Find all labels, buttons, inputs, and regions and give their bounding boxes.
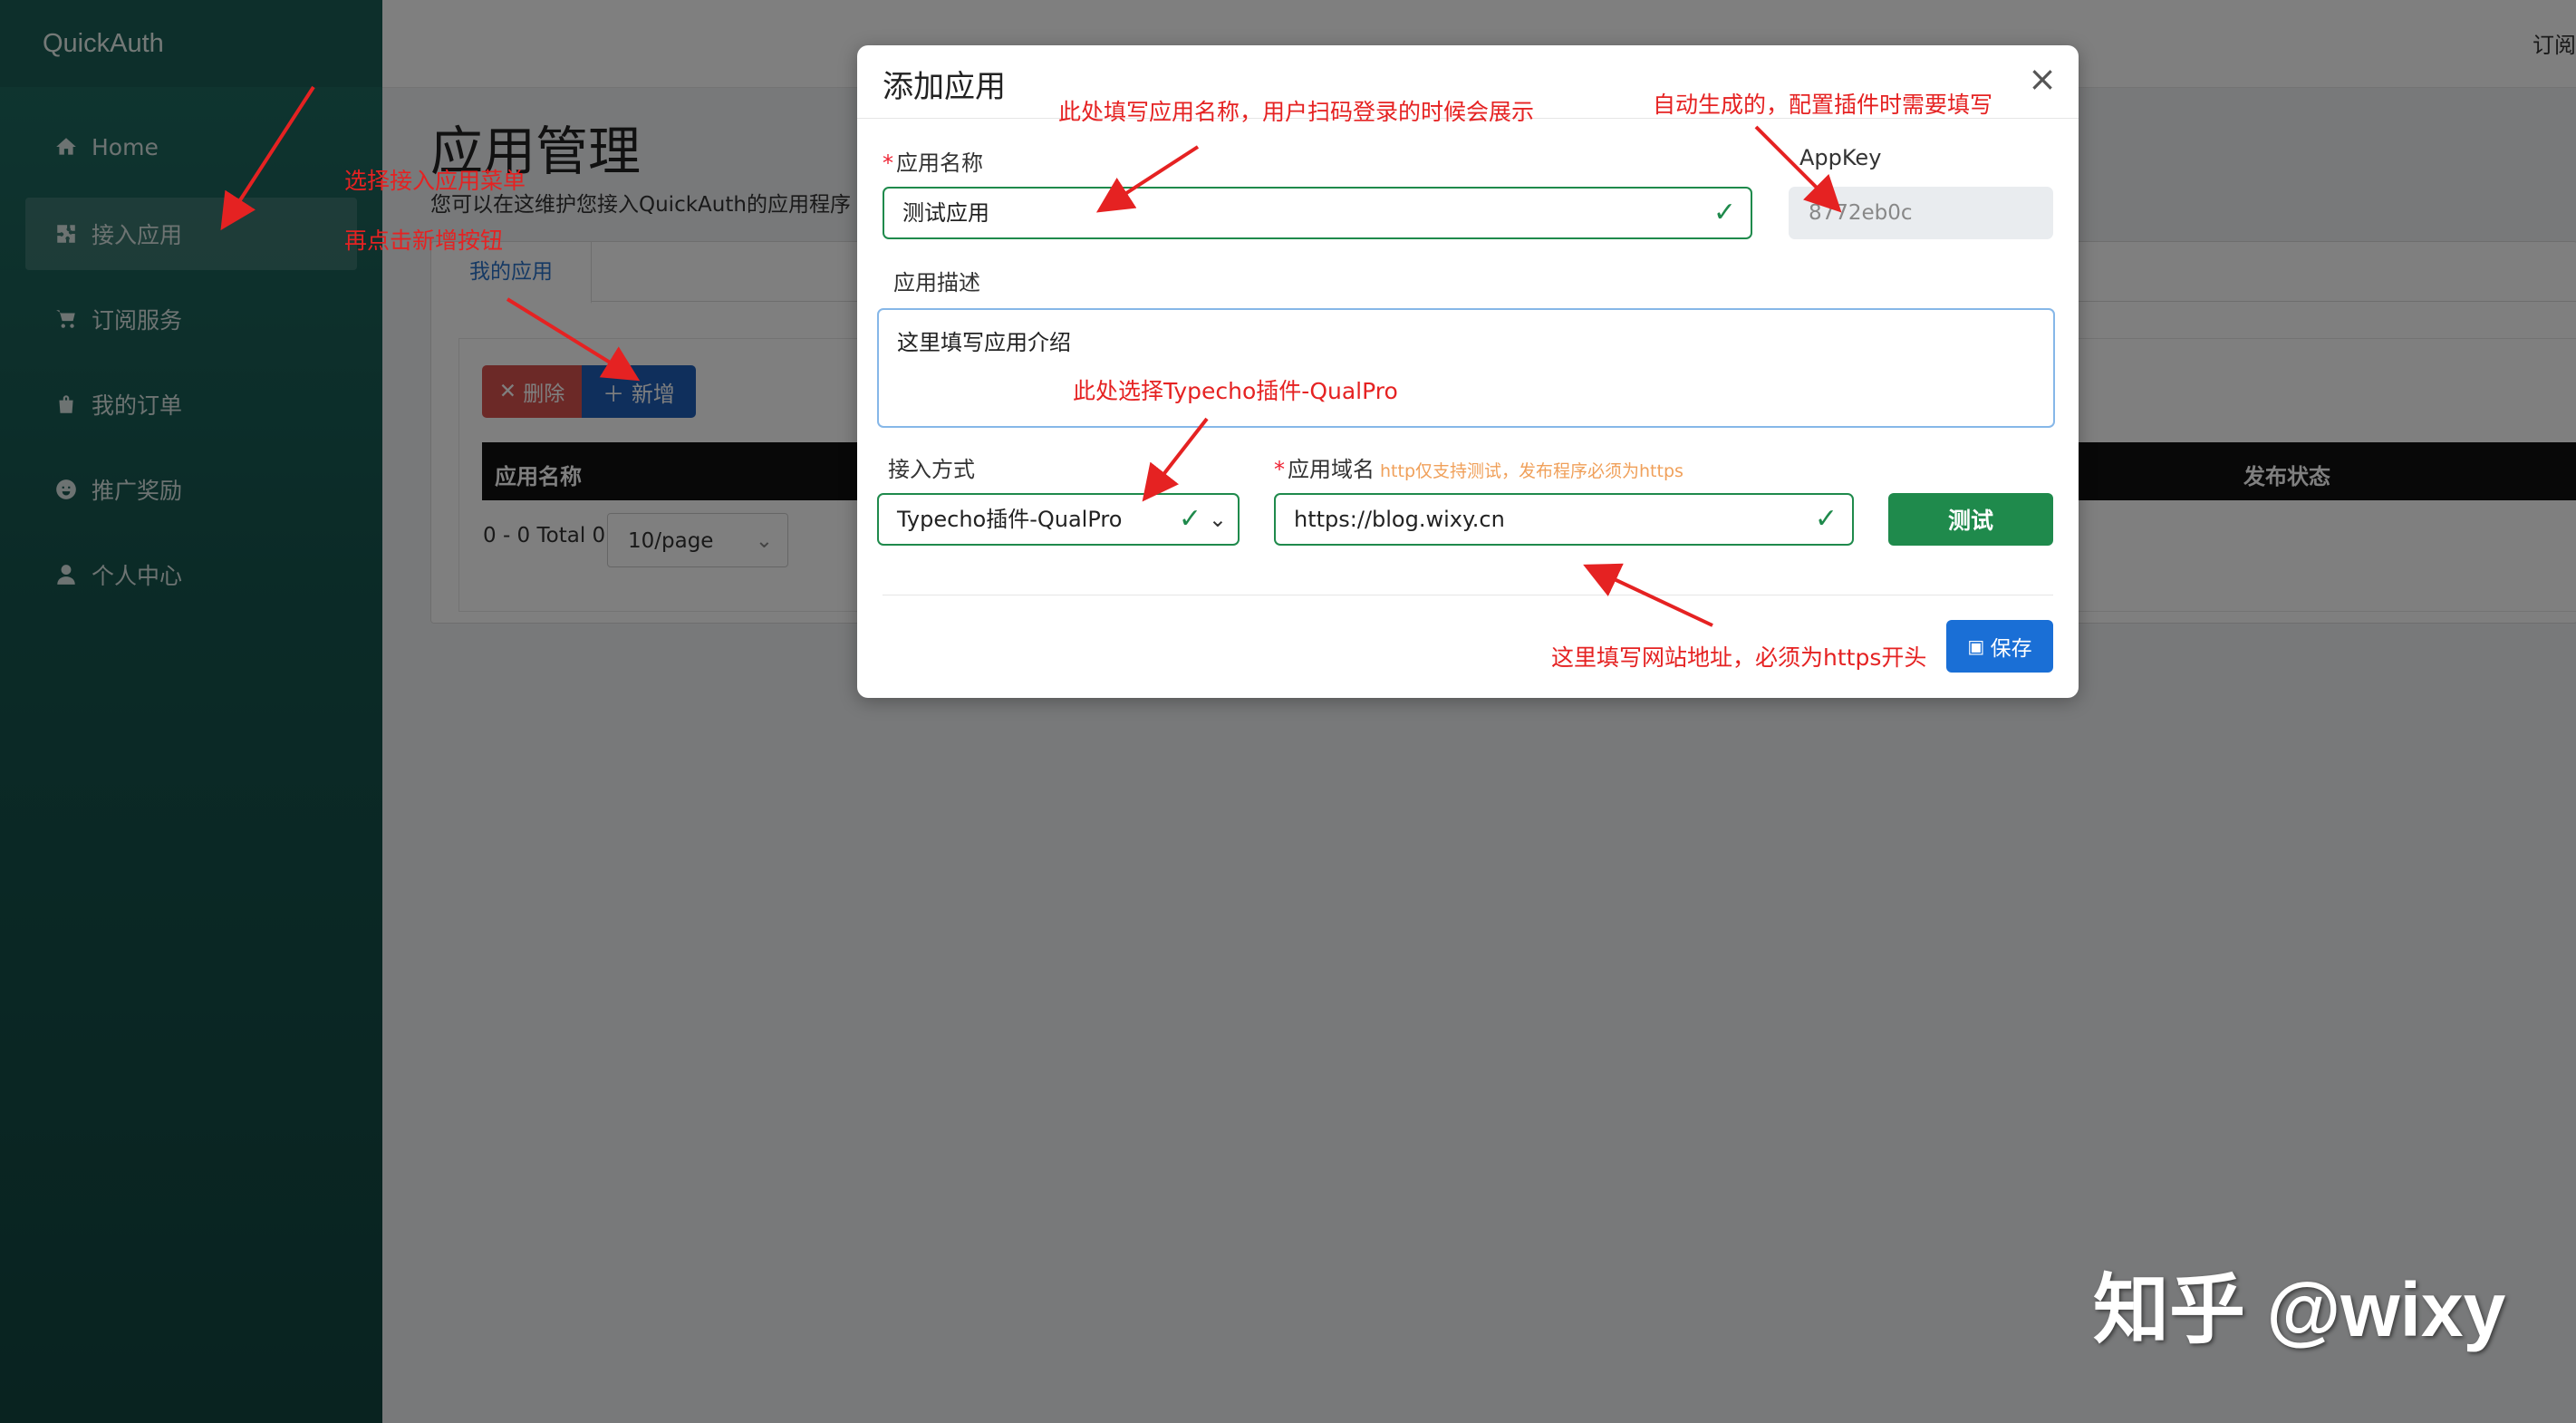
appkey-field: 8772eb0c	[1789, 187, 2053, 239]
domain-hint: http仅支持测试，发布程序必须为https	[1380, 461, 1684, 481]
appkey-label: AppKey	[1799, 145, 1882, 170]
save-button[interactable]: ▣ 保存	[1946, 620, 2053, 673]
access-method-value: Typecho插件-QualPro	[897, 507, 1123, 532]
domain-label: * 应用域名 http仅支持测试，发布程序必须为https	[1274, 451, 1684, 483]
domain-value: https://blog.wixy.cn	[1294, 507, 1505, 532]
description-label: 应用描述	[893, 270, 980, 295]
floppy-icon: ▣	[1967, 635, 1991, 657]
annotation-select-menu: 选择接入应用菜单	[344, 168, 526, 194]
required-mark: *	[1274, 457, 1285, 482]
test-button[interactable]: 测试	[1888, 493, 2053, 546]
required-mark: *	[883, 150, 893, 176]
modal-title: 添加应用	[883, 69, 1006, 105]
app-name-label-text: 应用名称	[896, 150, 983, 176]
check-icon: ✓	[1814, 503, 1838, 535]
close-icon[interactable]: ×	[2026, 62, 2059, 96]
add-app-modal: 添加应用 × * 应用名称 测试应用 ✓ AppKey 8772eb0c 应用描述…	[857, 45, 2079, 698]
chevron-down-icon: ⌄	[1208, 507, 1227, 532]
app-name-label: * 应用名称	[883, 145, 983, 177]
annotation-click-add: 再点击新增按钮	[344, 227, 504, 254]
save-label: 保存	[1990, 637, 2032, 661]
domain-label-text: 应用域名	[1288, 457, 1375, 482]
access-method-label: 接入方式	[888, 457, 975, 482]
description-textarea[interactable]: 这里填写应用介绍	[877, 308, 2055, 428]
check-icon: ✓	[1713, 197, 1736, 228]
check-icon: ✓	[1178, 503, 1201, 535]
annotation-auto-key: 自动生成的，配置插件时需要填写	[1653, 92, 1993, 118]
app-name-input[interactable]: 测试应用 ✓	[883, 187, 1752, 239]
annotation-fill-name: 此处填写应用名称，用户扫码登录的时候会展示	[1058, 99, 1535, 125]
annotation-select-plugin: 此处选择Typecho插件-QualPro	[1073, 378, 1398, 404]
app-name-value: 测试应用	[902, 200, 989, 226]
description-value: 这里填写应用介绍	[897, 330, 1071, 355]
access-method-select[interactable]: Typecho插件-QualPro ✓ ⌄	[877, 493, 1240, 546]
domain-input[interactable]: https://blog.wixy.cn ✓	[1274, 493, 1854, 546]
annotation-fill-url: 这里填写网站地址，必须为https开头	[1551, 644, 1927, 671]
watermark: 知乎 @wixy	[2093, 1267, 2506, 1352]
